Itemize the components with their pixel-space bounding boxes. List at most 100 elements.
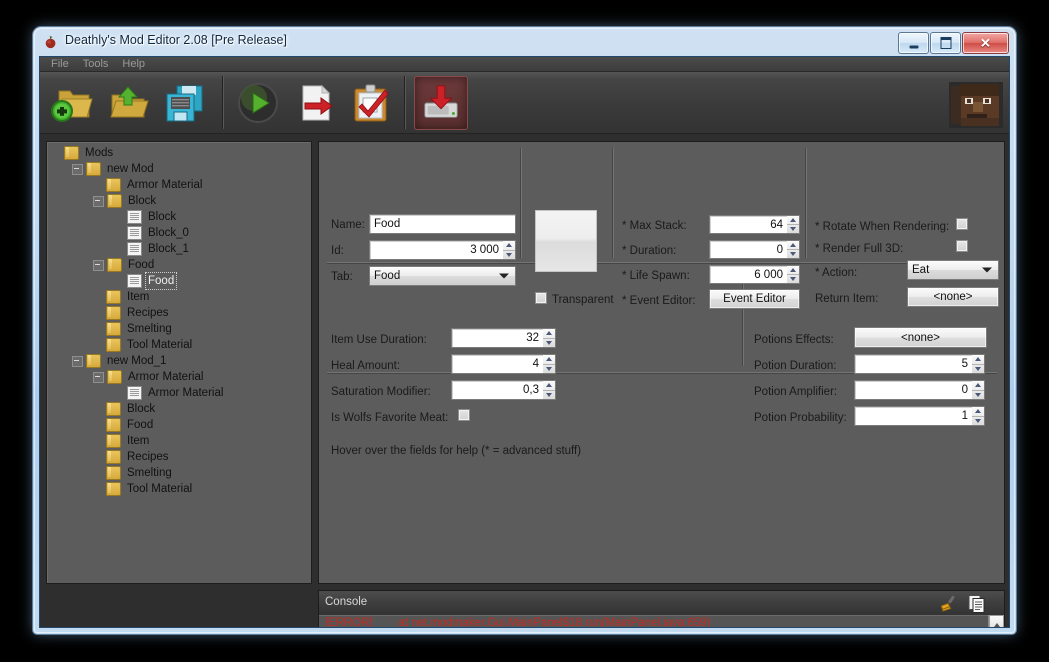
save-mod-button[interactable] [158,77,210,129]
tree-node[interactable]: Recipes [47,449,311,465]
export-button[interactable] [288,77,340,129]
tree-collapse-toggle[interactable] [93,195,104,207]
potion-duration-input[interactable]: 5 [854,354,973,374]
client-area: File Tools Help Mods new Mod Armor Mater… [39,56,1010,628]
item-use-duration-spinner[interactable] [543,328,556,348]
console-scrollbar[interactable] [988,615,1004,627]
tree-node[interactable]: Block [47,401,311,417]
heal-amount-spinner[interactable] [543,354,556,374]
folder-icon [107,370,122,384]
max-stack-input[interactable]: 64 [709,215,788,234]
tree-node[interactable]: Armor Material [47,369,311,385]
duration-spinner[interactable] [787,240,800,259]
tree-node[interactable]: Item [47,433,311,449]
rotate-checkbox[interactable] [956,218,968,230]
tree-node[interactable]: new Mod_1 [47,353,311,369]
tree-node[interactable]: Armor Material [47,177,311,193]
saturation-spinner[interactable] [543,380,556,400]
tree-node-label: Tool Material [127,339,193,351]
tree-node[interactable]: Food [47,257,311,273]
tree-collapse-toggle[interactable] [72,163,83,175]
title-bar[interactable]: Deathly's Mod Editor 2.08 [Pre Release] … [33,27,1016,56]
tree-node[interactable]: Food [47,417,311,433]
application-window: Deathly's Mod Editor 2.08 [Pre Release] … [33,27,1016,634]
tree-node-label: Recipes [127,307,169,319]
max-stack-spinner[interactable] [787,215,800,234]
close-button[interactable]: ✕ [962,32,1009,54]
tree-node[interactable]: Item [47,289,311,305]
checklist-button[interactable] [344,77,396,129]
tree-node[interactable]: Recipes [47,305,311,321]
tree-node-label: Armor Material [128,371,204,383]
tree-node[interactable]: Block_1 [47,241,311,257]
console-output[interactable]: [ERROR] at net.modmaker.Gui.MainPanel$18… [319,615,1004,627]
tree-node[interactable]: Tool Material [47,481,311,497]
tree-node[interactable]: Block [47,209,311,225]
menu-item-help[interactable]: Help [115,57,152,72]
minimize-button[interactable] [898,32,929,54]
texture-preview[interactable] [535,210,597,272]
tree-node[interactable]: Block [47,193,311,209]
folder-icon [86,354,101,368]
install-button[interactable] [414,75,468,130]
tree-node[interactable]: Smelting [47,465,311,481]
tree-node-label: Block_1 [148,243,189,255]
potion-amplifier-spinner[interactable] [972,380,985,400]
life-spawn-label: * Life Spawn: [622,270,690,282]
mod-tree-panel[interactable]: Mods new Mod Armor Material Block Block Block… [46,141,312,584]
broom-icon[interactable] [939,594,958,613]
tree-node[interactable]: Block_0 [47,225,311,241]
console-header: Console [319,591,1004,616]
return-item-button[interactable]: <none> [907,287,999,307]
tree-collapse-toggle[interactable] [72,355,83,367]
saturation-input[interactable]: 0,3 [451,380,544,400]
folder-icon [106,418,121,432]
tree-collapse-toggle[interactable] [93,371,104,383]
action-select[interactable]: Eat [907,260,999,280]
divider-v2 [612,148,613,258]
potion-duration-spinner[interactable] [972,354,985,374]
life-spawn-spinner[interactable] [787,265,800,284]
duration-label: * Duration: [622,245,677,257]
floppy-save-icon [166,85,203,121]
tree-node[interactable]: Mods [47,145,311,161]
copy-icon[interactable] [968,594,986,613]
mod-editor-icon [45,35,56,49]
heal-amount-input[interactable]: 4 [451,354,544,374]
tree-node-label: Block [148,211,177,223]
tree-node[interactable]: Tool Material [47,337,311,353]
run-button[interactable] [232,77,284,129]
open-mod-button[interactable] [102,77,154,129]
duration-input[interactable]: 0 [709,240,788,259]
transparent-checkbox[interactable] [535,292,547,304]
id-label: Id: [331,245,344,257]
new-mod-button[interactable] [46,77,98,129]
tree-node[interactable]: Food [47,272,311,290]
name-input[interactable]: Food [369,214,516,234]
potion-amplifier-input[interactable]: 0 [854,380,973,400]
wolf-meat-checkbox[interactable] [458,409,470,421]
tab-select[interactable]: Food [369,266,516,286]
tree-collapse-toggle[interactable] [93,259,104,271]
potion-probability-input[interactable]: 1 [854,406,973,426]
item-use-duration-input[interactable]: 32 [451,328,544,348]
event-editor-button[interactable]: Event Editor [709,289,800,309]
potion-probability-spinner[interactable] [972,406,985,426]
render-3d-checkbox[interactable] [956,240,968,252]
divider-v1 [520,148,521,258]
life-spawn-input[interactable]: 6 000 [709,265,788,284]
name-label: Name: [331,219,365,231]
folder-icon [106,482,121,496]
menu-item-file[interactable]: File [44,57,76,72]
maximize-button[interactable] [930,32,961,54]
tree-node[interactable]: Armor Material [47,385,311,401]
tree-node[interactable]: Smelting [47,321,311,337]
id-spinner[interactable] [503,240,516,260]
tree-node[interactable]: new Mod [47,161,311,177]
id-input[interactable]: 3 000 [369,240,504,260]
heal-amount-label: Heal Amount: [331,360,401,372]
window-title: Deathly's Mod Editor 2.08 [Pre Release] [65,33,287,47]
potions-effects-button[interactable]: <none> [854,327,987,348]
clipboard-check-icon [354,84,389,121]
menu-item-tools[interactable]: Tools [76,57,116,72]
